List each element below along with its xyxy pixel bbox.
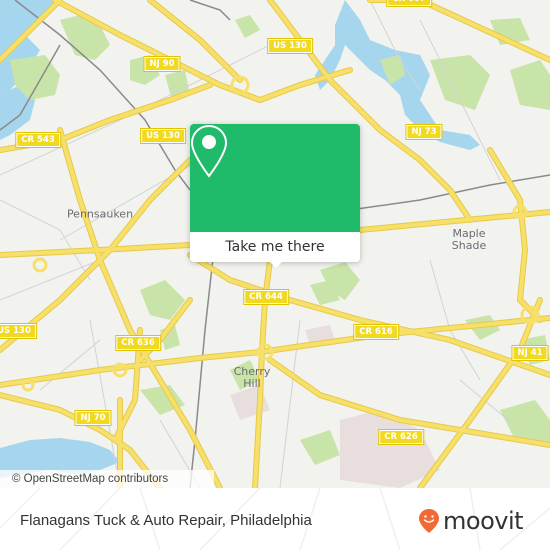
road-shield-nj-41: NJ 41: [511, 345, 549, 361]
footer-bar: Flanagans Tuck & Auto Repair, Philadelph…: [0, 488, 550, 550]
take-me-there-button[interactable]: Take me there: [190, 232, 360, 262]
moovit-logo[interactable]: moovit: [418, 507, 524, 535]
road-shield-nj-70: NJ 70: [74, 410, 112, 426]
road-shield-nj-90: NJ 90: [143, 56, 181, 72]
road-shield-nj-73: NJ 73: [405, 124, 443, 140]
road-shield-us-130: US 130: [0, 323, 37, 339]
popup-header[interactable]: [190, 124, 360, 232]
moovit-logo-text: moovit: [443, 507, 524, 535]
road-shield-cr-626: CR 626: [378, 429, 424, 445]
place-label-maple-shade: Maple Shade: [451, 227, 487, 252]
popup-pointer: [268, 260, 284, 268]
road-shield-us-130: US 130: [267, 38, 313, 54]
location-popup[interactable]: Take me there: [190, 124, 360, 268]
place-label-cherry-hill: Cherry Hill: [233, 365, 271, 390]
road-shield-cr-636: CR 636: [115, 335, 161, 351]
road-shield-cr-644: CR 644: [243, 289, 289, 305]
road-shield-cr-607: CR 607: [386, 0, 432, 7]
map-attribution-link[interactable]: © OpenStreetMap contributors: [0, 470, 214, 488]
place-label-pennsauken: Pennsauken: [66, 207, 134, 221]
moovit-smiley-pin-icon: [419, 509, 439, 533]
road-diag-east: [188, 253, 550, 377]
road-shield-cr-543: CR 543: [15, 132, 61, 148]
place-title: Flanagans Tuck & Auto Repair, Philadelph…: [20, 512, 312, 529]
map-view[interactable]: NJ 90 US 130 US 130 CR 543 CR 607 NJ 73 …: [0, 0, 550, 488]
road-shield-us-130: US 130: [140, 128, 186, 144]
map-pin-icon: [190, 124, 228, 178]
road-shield-cr-616: CR 616: [353, 324, 399, 340]
